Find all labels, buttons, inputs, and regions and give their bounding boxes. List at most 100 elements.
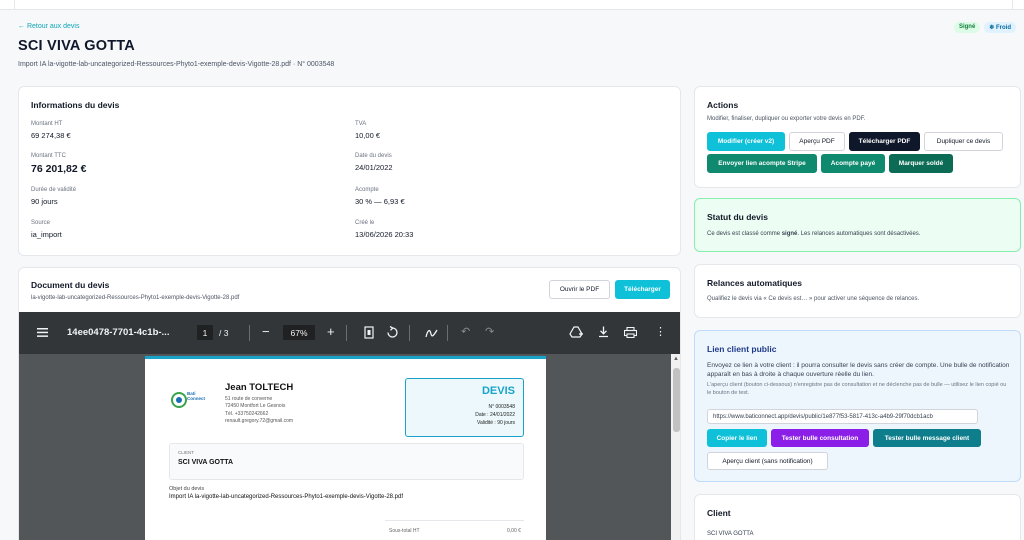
pdf-scrollbar[interactable]: ▲ ▼ <box>671 354 680 540</box>
pdf-viewer-area: Bati Connect Jean TOLTECH 51 route de co… <box>19 354 680 540</box>
modify-button[interactable]: Modifier (créer v2) <box>707 132 785 151</box>
rotate-icon[interactable] <box>386 326 399 339</box>
pdf-client-label: CLIENT <box>178 450 195 455</box>
document-card-title: Document du devis <box>31 280 110 290</box>
logo-text-line-2: Connect <box>187 395 205 401</box>
toolbar-separator <box>346 325 347 341</box>
field-acompte: Acompte 30 % — 6,93 € <box>355 187 405 206</box>
back-to-devis-link[interactable]: ← Retour aux devis <box>18 23 79 30</box>
pdf-devis-title: DEVIS <box>481 385 515 397</box>
pdf-subtotal-value: 0,00 € <box>507 528 521 534</box>
fit-page-icon[interactable] <box>364 326 374 339</box>
page-total: / 3 <box>219 328 229 338</box>
preview-pdf-button[interactable]: Aperçu PDF <box>789 132 845 151</box>
cold-badge: ❄ Froid <box>984 22 1016 33</box>
pdf-subtotal-label: Sous-total HT <box>389 528 420 534</box>
actions-description: Modifier, finaliser, dupliquer ou export… <box>707 116 866 122</box>
download-pdf-button[interactable]: Télécharger PDF <box>849 132 920 151</box>
top-bar-right-segment <box>1012 0 1024 10</box>
validite-label: Durée de validité <box>31 187 77 193</box>
send-stripe-link-button[interactable]: Envoyer lien acompte Stripe <box>707 154 817 173</box>
copy-link-button[interactable]: Copier le lien <box>707 429 767 447</box>
redo-icon[interactable]: ↷ <box>485 325 494 338</box>
annotate-icon[interactable] <box>425 327 438 339</box>
deposit-paid-button[interactable]: Acompte payé <box>821 154 885 173</box>
status-card: Statut du devis Ce devis est classé comm… <box>694 198 1021 252</box>
status-badges: Signé ❄ Froid <box>953 22 1016 33</box>
pdf-objet-value: Import IA la-vigotte-lab-uncategorized-R… <box>169 494 404 500</box>
client-preview-button[interactable]: Aperçu client (sans notification) <box>707 452 828 470</box>
pdf-address-line-2: 72450 Montfort Le Gesnois <box>225 403 286 410</box>
montant-ttc-value: 76 201,82 € <box>31 163 87 175</box>
pdf-client-box: CLIENT SCI VIVA GOTTA <box>169 443 524 480</box>
public-link-note: L'aperçu client (bouton ci-dessous) n'en… <box>707 382 1007 396</box>
download-icon[interactable] <box>598 326 609 338</box>
field-source: Source ia_import <box>31 220 62 239</box>
info-card-title: Informations du devis <box>31 100 120 110</box>
pdf-client-name: SCI VIVA GOTTA <box>178 459 234 466</box>
drive-save-icon[interactable] <box>569 326 583 339</box>
pdf-totals-divider <box>385 520 524 521</box>
public-link-card: Lien client public Envoyez ce lien à vot… <box>694 330 1021 482</box>
more-options-icon[interactable]: ⋮ <box>655 325 666 338</box>
cree-label: Créé le <box>355 220 375 226</box>
top-bar <box>0 0 1024 10</box>
field-montant-ttc: Montant TTC 76 201,82 € <box>31 153 86 175</box>
scrollbar-thumb[interactable] <box>673 368 680 432</box>
actions-card: Actions Modifier, finaliser, dupliquer o… <box>694 86 1021 188</box>
pdf-page-top-accent <box>145 356 546 359</box>
montant-ht-label: Montant HT <box>31 121 63 127</box>
mark-settled-button[interactable]: Marquer soldé <box>889 154 953 173</box>
pdf-address-line-1: 51 route de converne <box>225 396 273 402</box>
toolbar-separator <box>447 325 448 341</box>
status-desc-bold: signé <box>781 231 798 237</box>
pdf-devis-validite: Validité : 90 jours <box>477 420 515 426</box>
field-date: Date du devis 24/01/2022 <box>355 153 393 172</box>
page-number-input[interactable]: 1 <box>197 325 213 340</box>
public-link-url-field[interactable]: https://www.baticonnect.app/devis/public… <box>707 409 978 424</box>
tva-label: TVA <box>355 121 367 127</box>
field-validite: Durée de validité 90 jours <box>31 187 76 206</box>
public-link-description: Envoyez ce lien à votre client : il pour… <box>707 362 1010 379</box>
validite-value: 90 jours <box>31 197 58 206</box>
test-message-bubble-button[interactable]: Tester bulle message client <box>873 429 981 447</box>
test-consultation-bubble-button[interactable]: Tester bulle consultation <box>771 429 869 447</box>
zoom-out-icon[interactable]: − <box>262 324 270 339</box>
actions-title: Actions <box>707 100 739 110</box>
zoom-level-input[interactable]: 67% <box>283 325 315 340</box>
client-name: SCI VIVA GOTTA <box>707 531 754 537</box>
status-desc-post: . Les relances automatiques sont désacti… <box>797 231 921 237</box>
scroll-up-icon[interactable]: ▲ <box>673 356 679 362</box>
undo-icon[interactable]: ↶ <box>461 325 470 338</box>
zoom-in-icon[interactable]: + <box>327 324 335 339</box>
client-title: Client <box>707 508 731 518</box>
page-title: SCI VIVA GOTTA <box>18 38 135 54</box>
download-button[interactable]: Télécharger <box>615 280 670 299</box>
toolbar-separator <box>409 325 410 341</box>
menu-icon[interactable] <box>37 328 48 337</box>
field-tva: TVA 10,00 € <box>355 121 380 140</box>
duplicate-button[interactable]: Dupliquer ce devis <box>924 132 1003 151</box>
document-card: Document du devis la-vigotte-lab-uncateg… <box>18 267 681 540</box>
print-icon[interactable] <box>624 327 637 338</box>
cree-value: 13/06/2026 20:33 <box>355 230 414 239</box>
pdf-company-address: 51 route de converne 72450 Montfort Le G… <box>225 396 293 425</box>
date-label: Date du devis <box>355 153 392 159</box>
montant-ht-value: 69 274,38 € <box>31 131 71 140</box>
pdf-devis-number: N° 0003548 <box>488 404 515 410</box>
reminders-card: Relances automatiques Qualifiez le devis… <box>694 264 1021 318</box>
pdf-file-name: 14ee0478-7701-4c1b-... <box>67 327 170 338</box>
source-value: ia_import <box>31 230 62 239</box>
montant-ttc-label: Montant TTC <box>31 153 66 159</box>
toolbar-separator <box>249 325 250 341</box>
pdf-devis-meta: N° 0003548 Date : 24/01/2022 Validité : … <box>475 403 515 427</box>
reminders-title: Relances automatiques <box>707 278 802 288</box>
baticonnect-logo-icon <box>171 392 187 408</box>
source-label: Source <box>31 220 51 226</box>
reminders-description: Qualifiez le devis via « Ce devis est… »… <box>707 296 920 302</box>
client-card: Client SCI VIVA GOTTA <box>694 494 1021 540</box>
open-pdf-button[interactable]: Ouvrir le PDF <box>549 280 610 299</box>
pdf-objet-label: Objet du devis <box>169 486 205 492</box>
pdf-devis-box: DEVIS N° 0003548 Date : 24/01/2022 Valid… <box>405 378 524 437</box>
pdf-devis-date: Date : 24/01/2022 <box>475 412 515 418</box>
